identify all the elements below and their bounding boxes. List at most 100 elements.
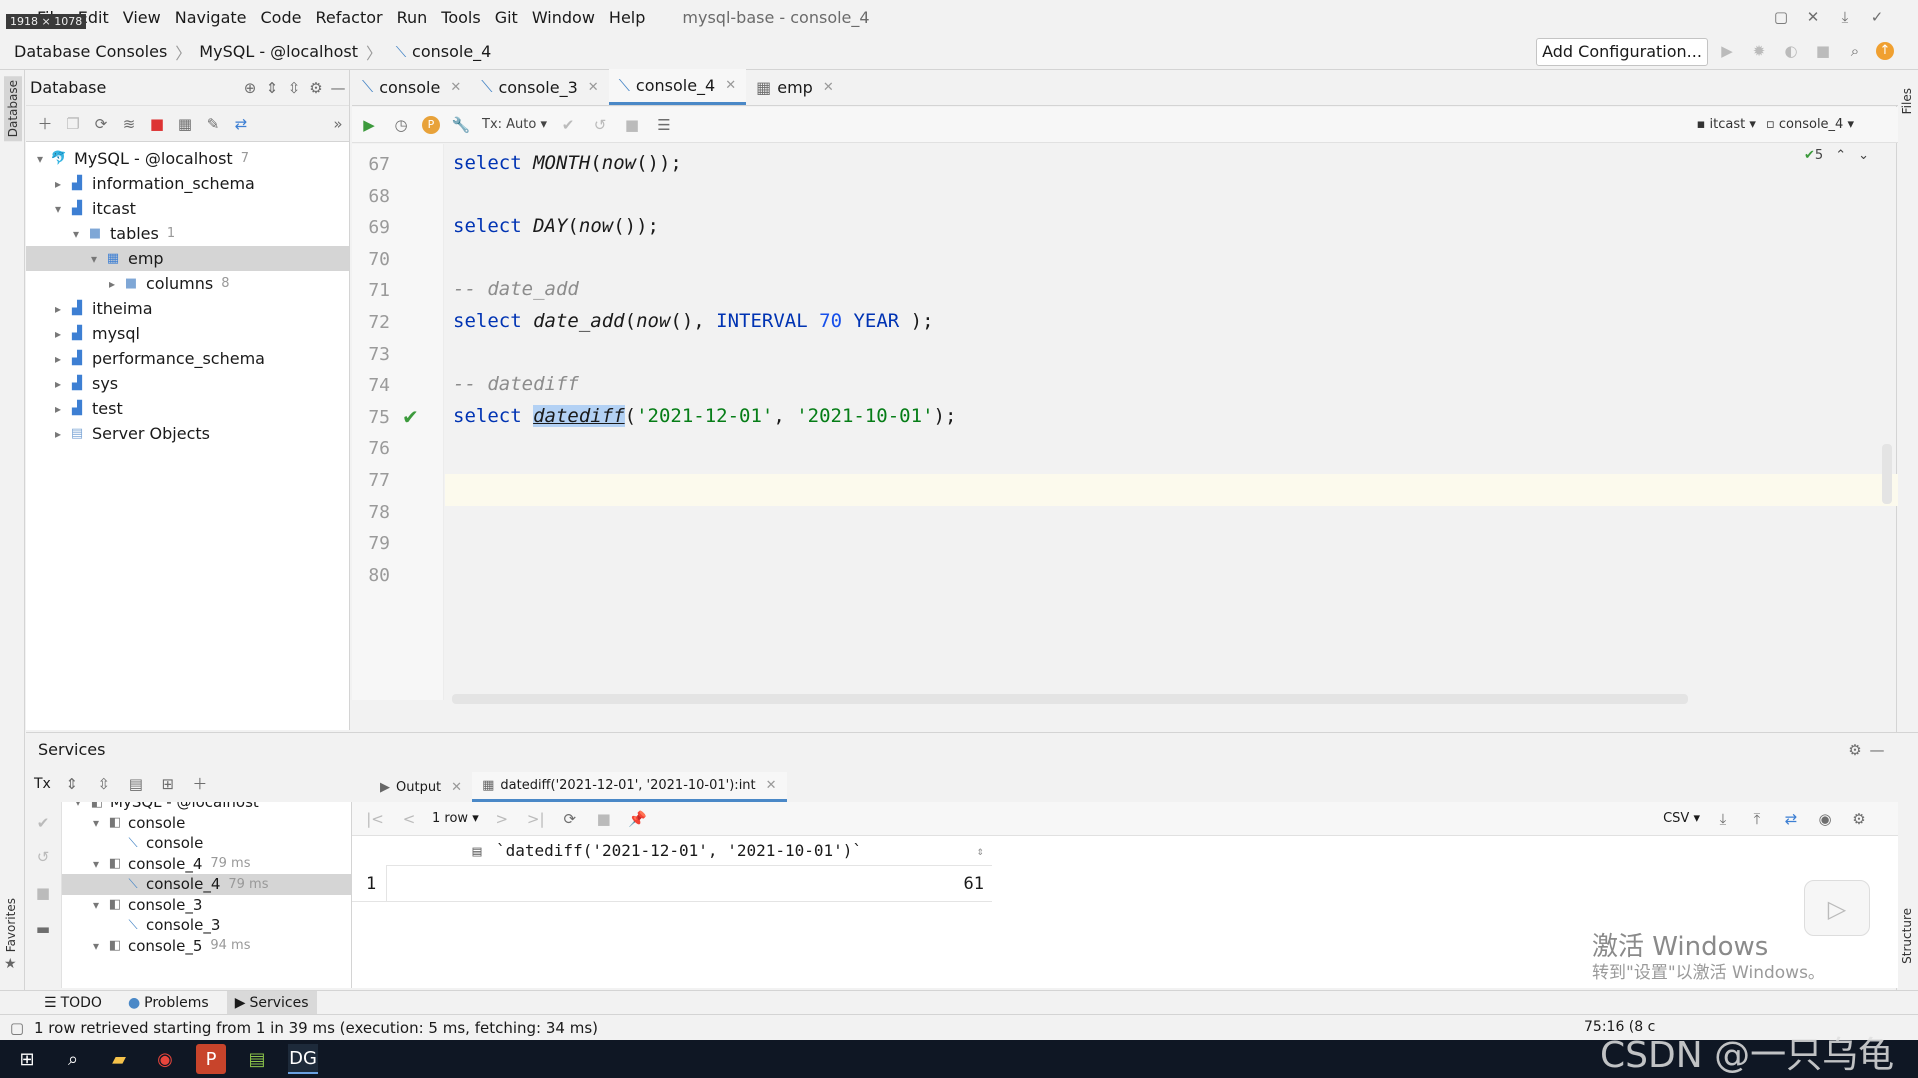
tx-mode-dropdown[interactable]: Tx: Auto ▾ xyxy=(482,117,547,132)
services-tab[interactable]: ▶ Services xyxy=(226,990,317,1015)
menu-help[interactable]: Help xyxy=(602,8,652,27)
menu-view[interactable]: View xyxy=(116,8,168,27)
expand-all-icon[interactable]: ⇕ xyxy=(61,773,83,795)
tree-item[interactable]: ▸ ▤ Server Objects xyxy=(26,421,349,446)
schema-settings-icon[interactable]: ≋ xyxy=(118,113,140,135)
tree-item[interactable]: ▾ ▦ emp xyxy=(26,246,349,271)
chevron-right-icon[interactable]: ▸ xyxy=(50,302,66,316)
chevron-down-icon[interactable]: ▾ xyxy=(88,816,104,830)
tree-item[interactable]: ▸ ▟ itheima xyxy=(26,296,349,321)
minimize-icon[interactable]: — xyxy=(1866,739,1888,761)
edit-icon[interactable]: ✎ xyxy=(202,113,224,135)
table-view-icon[interactable]: ▦ xyxy=(174,113,196,135)
chevron-right-icon[interactable]: ▸ xyxy=(50,177,66,191)
update-icon[interactable]: ↑ xyxy=(1876,42,1894,60)
gear-icon[interactable]: ⚙ xyxy=(305,77,327,99)
last-page-icon[interactable]: >| xyxy=(525,808,547,830)
video-play-icon[interactable]: ▷ xyxy=(1804,880,1870,936)
tab-output[interactable]: ▶ Output ✕ xyxy=(370,772,472,802)
close-icon[interactable]: ✕ xyxy=(823,80,834,95)
chevron-down-icon[interactable]: ▾ xyxy=(70,802,86,809)
pin-icon[interactable]: 📌 xyxy=(627,808,649,830)
code-line[interactable]: select datediff('2021-12-01', '2021-10-0… xyxy=(453,404,956,427)
gear-icon[interactable]: ⚙ xyxy=(1848,808,1870,830)
close-icon[interactable]: ✕ xyxy=(766,778,777,793)
tab-console_4[interactable]: ⟍ console_4 ✕ xyxy=(608,69,747,105)
sort-icon[interactable]: ⇕ xyxy=(977,844,984,858)
gear-icon[interactable]: ⚙ xyxy=(1844,739,1866,761)
history-icon[interactable]: ◷ xyxy=(390,114,412,136)
schema-selector[interactable]: ▪ itcast ▾ xyxy=(1697,117,1756,132)
service-item[interactable]: ⟍ console_4 79 ms xyxy=(26,874,351,895)
search-icon[interactable]: ⌕ xyxy=(1844,40,1866,62)
todo-tab[interactable]: ☰ TODO xyxy=(36,991,110,1015)
group-icon[interactable]: ▤ xyxy=(125,773,147,795)
tab-console_3[interactable]: ⟍ console_3 ✕ xyxy=(471,69,608,105)
collapse-all-icon[interactable]: ⇳ xyxy=(283,77,305,99)
collapse-all-icon[interactable]: ⇳ xyxy=(93,773,115,795)
table-row[interactable]: 1 61 xyxy=(352,866,992,902)
chevron-down-icon[interactable]: ▾ xyxy=(88,857,104,871)
expand-all-icon[interactable]: ⇕ xyxy=(261,77,283,99)
service-item[interactable]: ▾ ◧ console_4 79 ms xyxy=(26,854,351,875)
column-header[interactable]: ▤ `datediff('2021-12-01', '2021-10-01')`… xyxy=(386,836,992,866)
search-icon[interactable]: ⌕ xyxy=(58,1044,88,1074)
chevron-right-icon[interactable]: ▸ xyxy=(50,427,66,441)
close-icon[interactable]: ✕ xyxy=(451,780,462,795)
download-icon[interactable]: ⤓ xyxy=(1834,6,1856,28)
more-icon[interactable]: » xyxy=(327,113,349,135)
menu-window[interactable]: Window xyxy=(525,8,602,27)
run-icon[interactable]: ▶ xyxy=(1716,40,1738,62)
commit-icon[interactable]: ✔ xyxy=(32,812,54,834)
stop-icon[interactable]: ■ xyxy=(593,808,615,830)
export-icon[interactable]: ⤓ xyxy=(1712,808,1734,830)
status-square-icon[interactable]: ▢ xyxy=(6,1017,28,1039)
code-editor[interactable]: select MONTH(now()); select DAY(now()); --… xyxy=(445,144,1898,700)
coverage-icon[interactable]: ◐ xyxy=(1780,40,1802,62)
add-icon[interactable]: ＋ xyxy=(189,773,211,795)
windows-start-icon[interactable]: ⊞ xyxy=(12,1044,42,1074)
service-item[interactable]: ⟍ console_3 xyxy=(26,915,351,936)
minimize-icon[interactable]: — xyxy=(327,77,349,99)
tree-item[interactable]: ▸ ■ columns 8 xyxy=(26,271,349,296)
add-icon[interactable]: ＋ xyxy=(34,113,56,135)
vertical-scrollbar[interactable] xyxy=(1882,444,1892,504)
structure-tool-tab[interactable]: Structure xyxy=(1900,908,1914,964)
close-icon[interactable]: ✕ xyxy=(450,80,461,95)
tree-item[interactable]: ▸ ▟ mysql xyxy=(26,321,349,346)
debug-icon[interactable]: ✹ xyxy=(1748,40,1770,62)
wrench-icon[interactable]: 🔧 xyxy=(450,114,472,136)
tree-item[interactable]: ▸ ▟ information_schema xyxy=(26,171,349,196)
database-tool-tab[interactable]: Database xyxy=(4,76,22,142)
layout-icon[interactable]: ▬ xyxy=(32,918,54,940)
copy-icon[interactable]: ❐ xyxy=(62,113,84,135)
next-page-icon[interactable]: > xyxy=(491,808,513,830)
rollback-icon[interactable]: ↺ xyxy=(589,114,611,136)
breadcrumb-item[interactable]: console_4 xyxy=(412,42,491,61)
chevron-down-icon[interactable]: ▾ xyxy=(88,898,104,912)
import-icon[interactable]: ⤒ xyxy=(1746,808,1768,830)
chevron-down-icon[interactable]: ▾ xyxy=(86,252,102,266)
menu-tools[interactable]: Tools xyxy=(434,8,487,27)
service-item[interactable]: ▾ ◧ console xyxy=(26,813,351,834)
service-item[interactable]: ▾ ◧ console_3 xyxy=(26,895,351,916)
close-icon[interactable]: ✕ xyxy=(725,78,736,93)
code-line[interactable]: -- date_add xyxy=(453,278,579,300)
menu-run[interactable]: Run xyxy=(390,8,435,27)
service-item[interactable]: ⟍ console xyxy=(26,833,351,854)
code-line[interactable]: select MONTH(now()); xyxy=(453,152,682,174)
check-icon[interactable]: ✓ xyxy=(1866,6,1888,28)
breadcrumb-item[interactable]: MySQL - @localhost xyxy=(199,42,358,61)
service-item[interactable]: ▾ ◧ MySQL - @localhost xyxy=(26,802,351,813)
service-item[interactable]: ▾ ◧ console_5 94 ms xyxy=(26,936,351,957)
cell-value[interactable]: 61 xyxy=(964,874,984,894)
refresh-icon[interactable]: ⟳ xyxy=(90,113,112,135)
chevron-right-icon[interactable]: ▸ xyxy=(50,352,66,366)
tree-item[interactable]: ▸ ▟ performance_schema xyxy=(26,346,349,371)
stop-icon[interactable]: ■ xyxy=(32,882,54,904)
stop-icon[interactable]: ■ xyxy=(1812,40,1834,62)
compare-icon[interactable]: ⇄ xyxy=(1780,808,1802,830)
menu-code[interactable]: Code xyxy=(254,8,309,27)
chrome-icon[interactable]: ◉ xyxy=(150,1044,180,1074)
tree-item[interactable]: ▸ ▟ test xyxy=(26,396,349,421)
